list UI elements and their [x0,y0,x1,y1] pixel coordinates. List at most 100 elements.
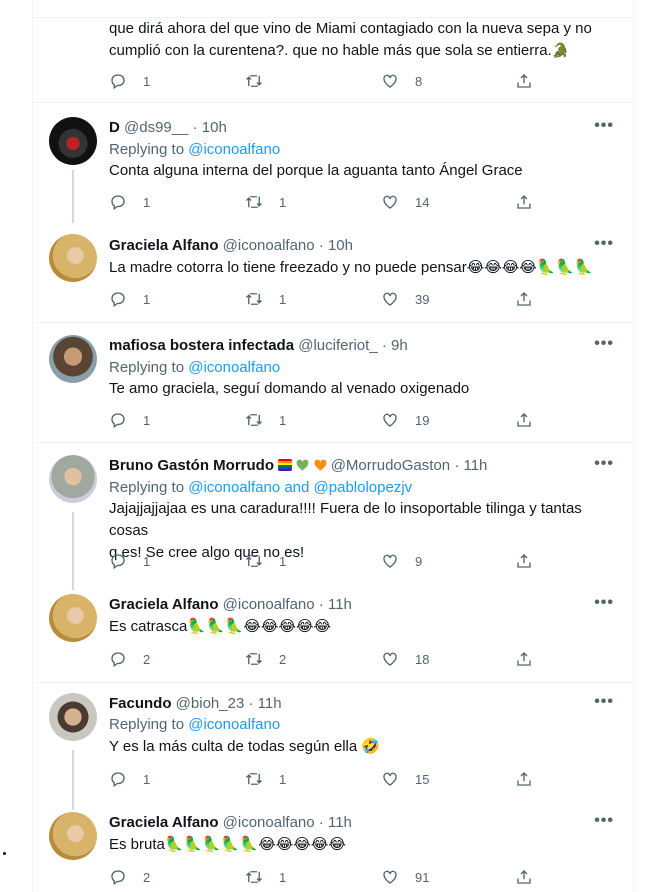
tweet[interactable]: mafiosa bostera infectada @luciferiot_ ·… [32,323,632,442]
retweet-button[interactable] [245,71,279,91]
retweet-button[interactable]: 1 [245,867,286,887]
reply-button[interactable]: 1 [109,192,150,212]
share-button[interactable] [515,769,533,789]
user-handle[interactable]: @iconoalfano [223,814,315,831]
tweet-header: Facundo @bioh_23 · 11h [109,694,282,714]
retweet-button[interactable]: 1 [245,410,286,430]
like-button[interactable]: 15 [381,769,429,789]
more-icon[interactable]: ••• [594,693,614,711]
tweet[interactable]: Bruno Gastón Morrudo @MorrudoGaston · 11… [32,443,632,583]
more-icon[interactable]: ••• [594,812,614,830]
like-icon [383,772,397,786]
like-button[interactable]: 18 [381,649,429,669]
like-button[interactable]: 14 [381,192,429,212]
tweet[interactable]: Graciela Alfano @iconoalfano · 11h ••• E… [32,802,632,892]
mention-link[interactable]: @iconoalfano and @pablolopezjv [188,479,412,496]
share-button[interactable] [515,289,533,309]
share-button[interactable] [515,551,533,571]
share-button[interactable] [515,410,533,430]
reply-icon [111,74,125,90]
tweet-text: que dirá ahora del que vino de Miami con… [109,20,592,59]
retweet-button[interactable]: 2 [245,649,286,669]
reply-button[interactable]: 1 [109,769,150,789]
more-icon[interactable]: ••• [594,455,614,473]
user-name[interactable]: mafiosa bostera infectada [109,337,294,354]
tweet-actions: 1 8 [109,71,569,91]
retweet-button[interactable]: 1 [245,192,286,212]
user-name[interactable]: Graciela Alfano [109,814,218,831]
tweet-time[interactable]: · 11h [319,596,352,613]
tweet-actions: 2 1 91 [109,867,569,887]
user-handle[interactable]: @ds99__ [124,119,188,136]
user-name[interactable]: Graciela Alfano [109,596,218,613]
tweet-actions: 1 1 19 [109,410,569,430]
tweet-time[interactable]: · 10h [193,119,227,136]
like-button[interactable]: 39 [381,289,429,309]
user-name[interactable]: D [109,119,120,136]
avatar[interactable] [49,594,97,642]
more-icon[interactable]: ••• [594,235,614,253]
reply-button[interactable]: 2 [109,649,150,669]
like-button[interactable]: 8 [381,71,422,91]
user-handle[interactable]: @iconoalfano [223,596,315,613]
tweet-time[interactable]: · 11h [454,457,487,474]
user-name[interactable]: Bruno Gastón Morrudo [109,457,274,474]
reply-button[interactable]: 2 [109,867,150,887]
tweet-time[interactable]: · 9h [382,337,408,354]
replying-to: Replying to @iconoalfano and @pablolopez… [109,479,413,496]
more-icon[interactable]: ••• [594,335,614,353]
reply-button[interactable]: 1 [109,410,150,430]
user-handle[interactable]: @bioh_23 [176,695,245,712]
tweet-time[interactable]: · 11h [248,695,281,712]
reply-button[interactable]: 1 [109,71,150,91]
avatar[interactable] [49,234,97,282]
avatar[interactable] [49,812,97,860]
like-button[interactable]: 91 [381,867,429,887]
like-icon [383,195,397,209]
user-handle[interactable]: @iconoalfano [223,237,315,254]
rainbow-flag-icon [278,459,293,471]
share-button[interactable] [515,192,533,212]
retweet-button[interactable]: 1 [245,289,286,309]
share-icon [517,413,531,427]
avatar[interactable] [49,455,97,503]
tweet[interactable]: D @ds99__ · 10h ••• Replying to @iconoal… [32,103,632,222]
mention-link[interactable]: @iconoalfano [188,141,280,158]
avatar[interactable] [49,693,97,741]
tweet-top[interactable]: que dirá ahora del que vino de Miami con… [32,0,632,102]
retweet-icon [246,414,262,426]
avatar[interactable] [49,335,97,383]
share-button[interactable] [515,867,533,887]
tweet-time[interactable]: · 11h [319,814,352,831]
reply-button[interactable]: 1 [109,551,150,571]
share-button[interactable] [515,71,533,91]
retweet-icon [246,555,262,567]
orange-heart-icon [314,459,326,471]
user-handle[interactable]: @MorrudoGaston [331,457,450,474]
retweet-button[interactable]: 1 [245,551,286,571]
tweet-header: D @ds99__ · 10h [109,118,227,138]
retweet-icon [246,773,262,785]
more-icon[interactable]: ••• [594,117,614,135]
tweet[interactable]: Graciela Alfano @iconoalfano · 10h ••• L… [32,222,632,322]
share-icon [517,74,531,88]
tweet[interactable]: Facundo @bioh_23 · 11h ••• Replying to @… [32,683,632,801]
like-icon [383,74,397,88]
like-button[interactable]: 9 [381,551,422,571]
reply-icon [111,413,125,429]
user-name[interactable]: Facundo [109,695,172,712]
retweet-button[interactable]: 1 [245,769,286,789]
tweet[interactable]: Graciela Alfano @iconoalfano · 11h ••• E… [32,584,632,682]
mention-link[interactable]: @iconoalfano [188,716,280,733]
tweet-time[interactable]: · 10h [319,237,353,254]
replying-to: Replying to @iconoalfano [109,141,281,158]
user-name[interactable]: Graciela Alfano [109,237,218,254]
reply-button[interactable]: 1 [109,289,150,309]
tweet-actions: 1 1 15 [109,769,569,789]
share-button[interactable] [515,649,533,669]
more-icon[interactable]: ••• [594,594,614,612]
avatar[interactable] [49,117,97,165]
user-handle[interactable]: @luciferiot_ [298,337,377,354]
like-button[interactable]: 19 [381,410,429,430]
mention-link[interactable]: @iconoalfano [188,359,280,376]
